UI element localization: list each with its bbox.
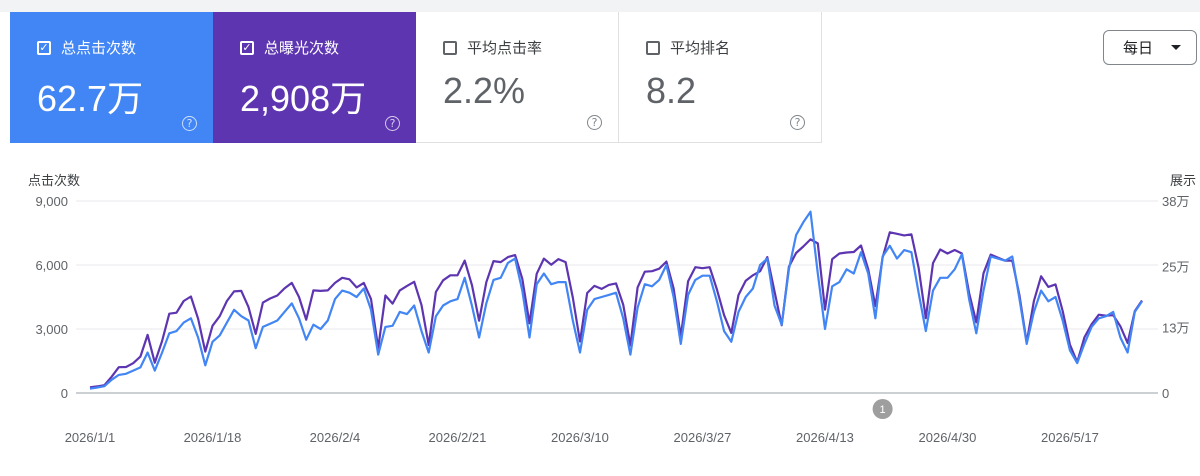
impressions-series-line [89,231,1143,389]
axis-ticks: 0 3,000 6,000 9,000 0 13万 25万 38万 2026/1/1 2026/1… [35,194,1189,445]
metric-card-ctr[interactable]: 平均点击率 2.2% ? [416,12,619,143]
x-axis-tick: 2026/4/30 [919,430,977,445]
help-circle-icon[interactable]: ? [385,116,400,131]
chart-series [89,210,1143,390]
x-axis-tick: 2026/3/10 [551,430,609,445]
metric-card-impressions[interactable]: ✓ 总曝光次数 2,908万 ? [213,12,416,143]
metric-card-position[interactable]: 平均排名 8.2 ? [619,12,822,143]
right-axis-tick: 0 [1162,386,1169,401]
right-axis-tick: 13万 [1162,320,1189,335]
metric-card-header: 平均点击率 [443,37,542,58]
x-axis-tick: 2026/4/13 [796,430,854,445]
metric-value: 2,908万 [240,78,367,119]
check-icon[interactable]: ✓ [37,40,51,55]
left-axis-tick: 6,000 [35,258,68,273]
checkbox-icon[interactable] [443,40,457,55]
left-axis-tick: 9,000 [35,194,68,209]
metric-label: 平均排名 [670,39,731,57]
metric-card-header: ✓ 总曝光次数 [240,37,339,58]
metric-label: 总曝光次数 [264,39,340,57]
metric-label: 总点击次数 [61,39,137,57]
clicks-series-line [89,210,1143,390]
chart-annotations: 1 [872,399,893,419]
right-axis-tick: 38万 [1162,194,1189,209]
x-axis-tick: 2026/2/4 [310,430,361,445]
period-select[interactable]: 每日 [1103,30,1197,65]
right-axis-title: 展示 [1170,174,1196,189]
left-axis-title: 点击次数 [28,173,80,189]
help-circle-icon[interactable]: ? [182,116,197,131]
help-circle-icon[interactable]: ? [790,115,805,130]
period-select-value: 每日 [1123,39,1154,57]
x-axis-tick: 2026/3/27 [674,430,732,445]
metric-value: 2.2% [443,70,526,111]
metric-label: 平均点击率 [467,39,543,57]
help-circle-icon[interactable]: ? [587,115,602,130]
metric-value: 62.7万 [37,78,144,119]
checkbox-icon[interactable] [646,40,660,55]
metric-card-header: ✓ 总点击次数 [37,37,136,58]
right-axis-tick: 25万 [1162,260,1189,275]
x-axis-tick: 2026/2/21 [429,430,487,445]
performance-chart: 点击次数 展示 0 3,000 6,000 9,000 0 13万 25万 38万 2026/1… [28,173,1196,445]
metric-card-header: 平均排名 [646,37,730,58]
left-axis-tick: 0 [61,386,68,401]
top-strip [0,0,1200,12]
metric-card-clicks[interactable]: ✓ 总点击次数 62.7万 ? [10,12,213,143]
metric-cards: ✓ 总点击次数 62.7万 ? ✓ 总曝光次数 2,908万 ? 平均点击率 2… [10,12,822,143]
metric-value: 8.2 [646,70,697,111]
x-axis-tick: 2026/1/18 [184,430,242,445]
check-icon[interactable]: ✓ [240,40,254,55]
left-axis-tick: 3,000 [35,322,68,337]
x-axis-tick: 2026/5/17 [1041,430,1099,445]
annotation-label: 1 [880,404,886,416]
x-axis-tick: 2026/1/1 [65,430,116,445]
chevron-down-icon [1171,45,1181,50]
